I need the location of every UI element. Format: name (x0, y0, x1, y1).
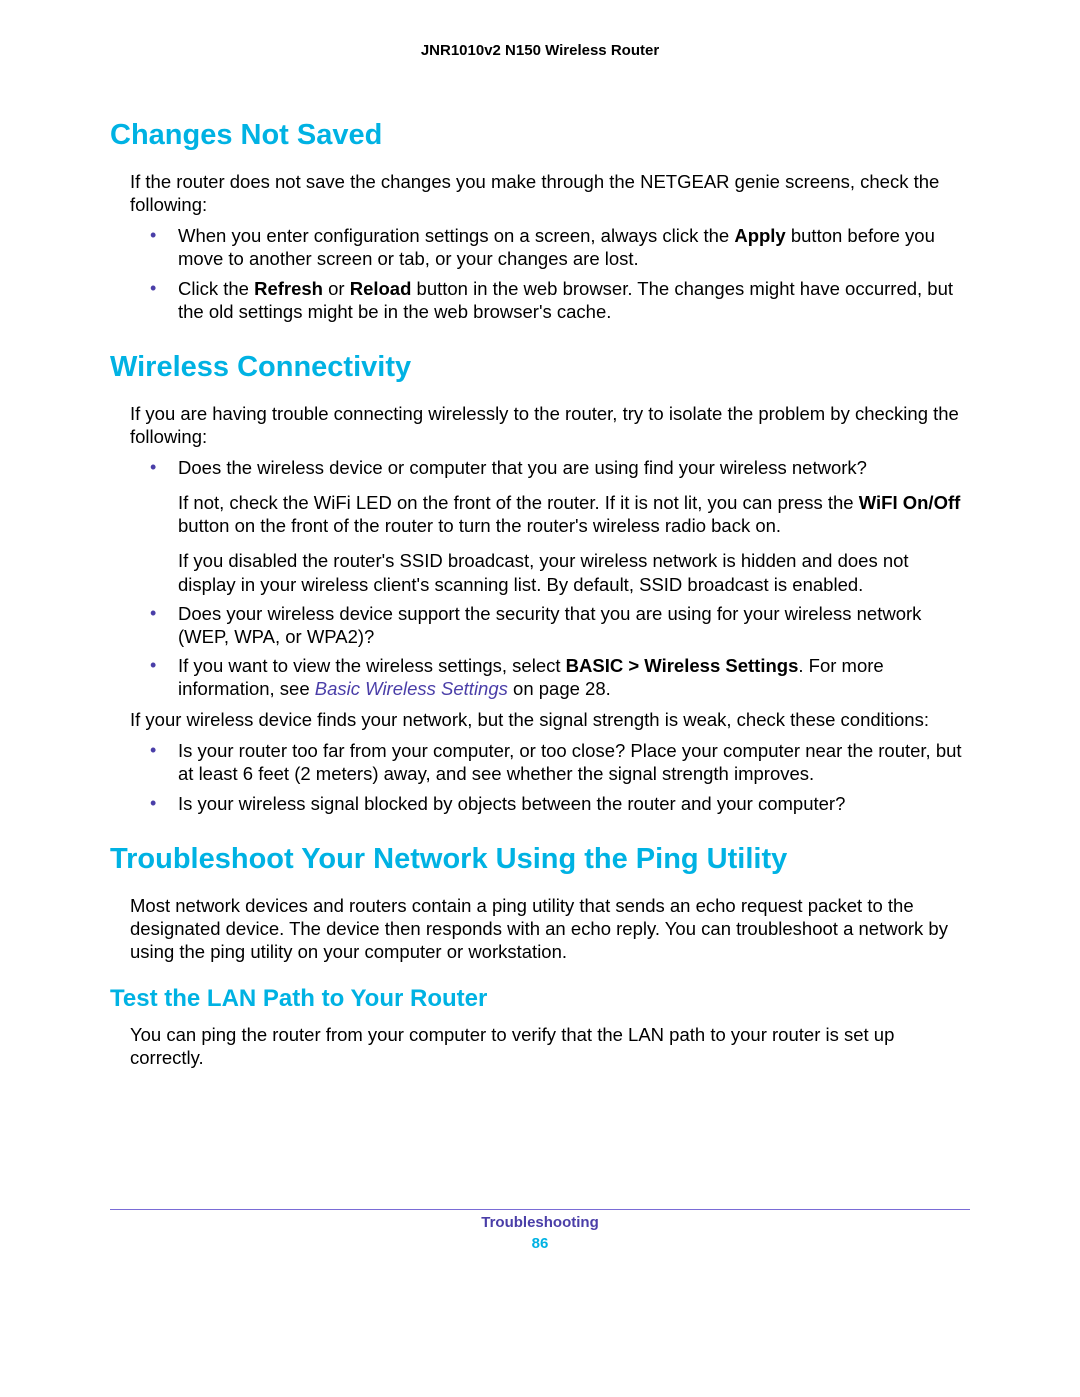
text: Does the wireless device or computer tha… (178, 457, 867, 478)
document-page: JNR1010v2 N150 Wireless Router Changes N… (0, 0, 1080, 1252)
page-footer: Troubleshooting 86 (110, 1214, 970, 1252)
subheading-test-lan-path: Test the LAN Path to Your Router (110, 985, 970, 1013)
cross-reference-link[interactable]: Basic Wireless Settings (315, 678, 508, 699)
bullet-list: When you enter configuration settings on… (150, 224, 970, 323)
list-item: Does your wireless device support the se… (150, 602, 970, 648)
heading-changes-not-saved: Changes Not Saved (110, 119, 970, 152)
heading-troubleshoot-ping: Troubleshoot Your Network Using the Ping… (110, 843, 970, 876)
bold-text: WiFI On/Off (859, 492, 961, 513)
paragraph: Most network devices and routers contain… (130, 894, 970, 963)
bold-text: Apply (734, 225, 785, 246)
text: Click the (178, 278, 254, 299)
list-item: If you want to view the wireless setting… (150, 654, 970, 700)
text: If not, check the WiFi LED on the front … (178, 492, 859, 513)
paragraph: You can ping the router from your comput… (130, 1023, 970, 1069)
paragraph: If you are having trouble connecting wir… (130, 402, 970, 448)
footer-divider (110, 1209, 970, 1210)
list-item: When you enter configuration settings on… (150, 224, 970, 270)
bold-text: BASIC > Wireless Settings (566, 655, 799, 676)
sub-paragraph: If you disabled the router's SSID broadc… (178, 549, 970, 595)
text: When you enter configuration settings on… (178, 225, 734, 246)
text: on page 28. (508, 678, 611, 699)
bold-text: Reload (350, 278, 412, 299)
heading-wireless-connectivity: Wireless Connectivity (110, 351, 970, 384)
footer-chapter: Troubleshooting (481, 1214, 599, 1231)
list-item: Is your router too far from your compute… (150, 739, 970, 785)
sub-paragraph: If not, check the WiFi LED on the front … (178, 491, 970, 537)
paragraph: If your wireless device finds your netwo… (130, 708, 970, 731)
list-item: Click the Refresh or Reload button in th… (150, 277, 970, 323)
running-header: JNR1010v2 N150 Wireless Router (110, 42, 970, 59)
bullet-list: Is your router too far from your compute… (150, 739, 970, 814)
text: button on the front of the router to tur… (178, 515, 781, 536)
bullet-list: Does the wireless device or computer tha… (150, 456, 970, 700)
text: If you want to view the wireless setting… (178, 655, 566, 676)
list-item: Is your wireless signal blocked by objec… (150, 792, 970, 815)
bold-text: Refresh (254, 278, 323, 299)
list-item: Does the wireless device or computer tha… (150, 456, 970, 596)
footer-page-number: 86 (110, 1235, 970, 1252)
text: or (323, 278, 350, 299)
paragraph: If the router does not save the changes … (130, 170, 970, 216)
